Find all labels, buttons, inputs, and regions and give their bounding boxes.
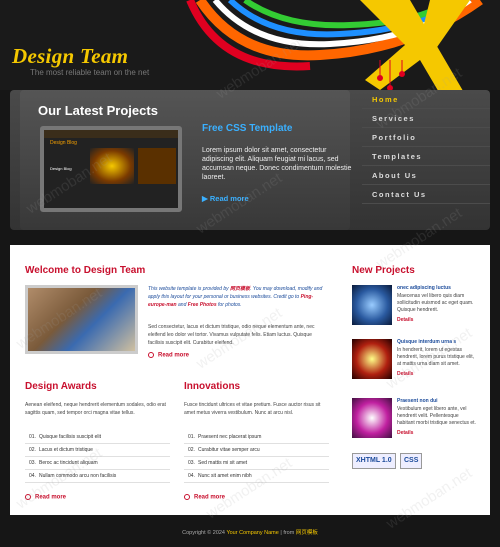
project-thumbnail[interactable] <box>352 339 392 379</box>
main-content: Welcome to Design Team This website temp… <box>10 245 490 515</box>
project-read-more-link[interactable]: ▶ Read more <box>202 194 249 203</box>
free-photos-link[interactable]: Free Photos <box>188 302 217 308</box>
welcome-intro: This website template is provided by 网页模… <box>148 286 323 308</box>
screenshot-side-image <box>138 148 176 184</box>
list-item[interactable]: 01. Praesent nec placerat ipsum <box>184 431 329 444</box>
play-icon: ▶ <box>202 194 210 203</box>
project-item-title[interactable]: Praesent non dui <box>397 398 438 404</box>
project-thumbnail[interactable] <box>352 398 392 438</box>
project-item: Praesent non dui Vestibulum eget libero … <box>352 398 482 446</box>
awards-list: 01. Quisque facilisis suscipit elit 02. La… <box>25 431 170 483</box>
project-screenshot[interactable]: Design Blog Design Blog <box>40 126 182 212</box>
new-projects-heading: New Projects <box>352 265 415 276</box>
project-item-desc: Vestibulum eget libero ante, vel hendrer… <box>397 406 476 426</box>
nav-templates[interactable]: Templates <box>362 147 490 166</box>
project-item: onec adipiscing luctus Maecenas vel libe… <box>352 285 482 333</box>
welcome-read-more[interactable]: Read more <box>148 352 189 359</box>
source-link[interactable]: 网页模板 <box>296 530 318 536</box>
innovations-list: 01. Praesent nec placerat ipsum 02. Curabi… <box>184 431 329 483</box>
list-item[interactable]: 03. Beroc ac tincidunt aliquam <box>25 457 170 470</box>
project-details-link[interactable]: Details <box>397 430 413 436</box>
nav-portfolio[interactable]: Portfolio <box>362 128 490 147</box>
main-nav: Home Services Portfolio Templates About … <box>362 90 490 230</box>
project-title[interactable]: Free CSS Template <box>202 123 292 134</box>
read-more-label: Read more <box>209 194 249 203</box>
welcome-text: Sed consectetur, lacus et dictum tristiq… <box>148 324 315 346</box>
innovations-heading: Innovations <box>184 381 241 392</box>
screenshot-hero-image <box>90 148 134 184</box>
nav-home[interactable]: Home <box>362 90 490 109</box>
project-details-link[interactable]: Details <box>397 371 413 377</box>
site-logo[interactable]: Design Team <box>12 44 128 69</box>
list-item[interactable]: 03. Sed mattis mi sit amet <box>184 457 329 470</box>
feature-panel: Our Latest Projects Design Blog Design B… <box>10 90 490 230</box>
screenshot-site-title: Design Blog <box>50 140 77 146</box>
project-item-desc: Maecenas vel libero quis diam sollicitud… <box>397 293 474 313</box>
innovations-text: Fusce tincidunt ultrices et vitae pretiu… <box>184 402 321 416</box>
awards-read-more[interactable]: Read more <box>25 494 66 501</box>
latest-projects: Our Latest Projects Design Blog Design B… <box>20 90 352 230</box>
list-item[interactable]: 04. Nullam commodo arcu non facilisis <box>25 470 170 483</box>
innovations-read-more[interactable]: Read more <box>184 494 225 501</box>
awards-heading: Design Awards <box>25 381 97 392</box>
feature-title: Our Latest Projects <box>38 103 158 118</box>
project-item-title[interactable]: Quisque interdum urna s <box>397 339 456 345</box>
circle-arrow-icon <box>148 352 154 358</box>
project-details-link[interactable]: Details <box>397 317 413 323</box>
project-description: Lorem ipsum dolor sit amet, consectetur … <box>202 147 352 181</box>
footer: Copyright © 2024 Your Company Name | fro… <box>182 530 318 536</box>
list-item[interactable]: 01. Quisque facilisis suscipit elit <box>25 431 170 444</box>
awards-text: Aenean eleifend, neque hendrerit element… <box>25 402 166 416</box>
circle-arrow-icon <box>25 494 31 500</box>
list-item[interactable]: 04. Nunc sit amet enim nibh <box>184 470 329 483</box>
nav-about-us[interactable]: About Us <box>362 166 490 185</box>
welcome-heading: Welcome to Design Team <box>25 265 146 276</box>
welcome-photo <box>25 285 138 354</box>
brand-link[interactable]: 网页模板 <box>230 286 250 292</box>
nav-contact-us[interactable]: Contact Us <box>362 185 490 204</box>
circle-arrow-icon <box>184 494 190 500</box>
site-tagline: The most reliable team on the net <box>30 68 150 77</box>
css-validator-badge[interactable]: CSS <box>400 453 423 469</box>
nav-services[interactable]: Services <box>362 109 490 128</box>
company-link[interactable]: Your Company Name <box>226 530 278 536</box>
project-item-desc: In hendrerit, lorem ut egestas hendrerit… <box>397 347 474 367</box>
list-item[interactable]: 02. Lacus et dictum tristique <box>25 444 170 457</box>
screenshot-blog-label: Design Blog <box>50 166 72 171</box>
list-item[interactable]: 02. Curabitur vitae semper arcu <box>184 444 329 457</box>
project-item: Quisque interdum urna s In hendrerit, lo… <box>352 339 482 387</box>
project-item-title[interactable]: onec adipiscing luctus <box>397 285 451 291</box>
project-thumbnail[interactable] <box>352 285 392 325</box>
xhtml-validator-badge[interactable]: XHTML 1.0 <box>352 453 396 469</box>
